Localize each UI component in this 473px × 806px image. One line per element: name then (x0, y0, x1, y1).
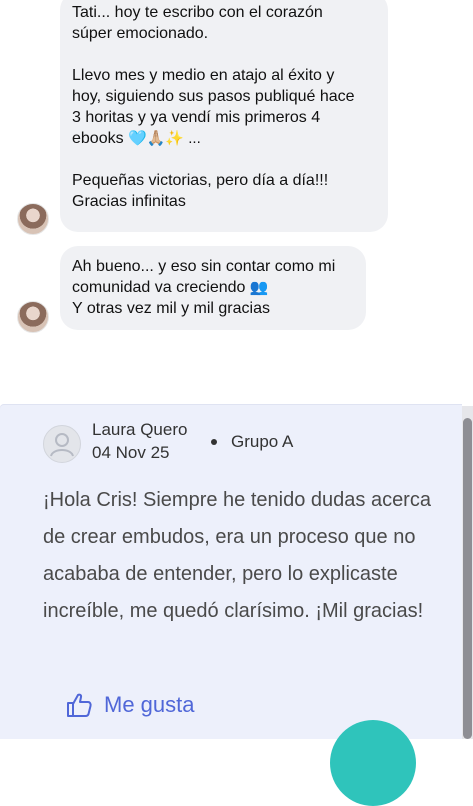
message-bubble-2: Ah bueno... y eso sin contar como mi com… (60, 246, 366, 330)
sender-avatar-1[interactable] (17, 203, 49, 235)
message-1-paragraph-2: Llevo mes y medio en atajo al éxito y ho… (72, 67, 355, 147)
scrollbar-thumb[interactable] (463, 418, 472, 739)
message-2-line-3: Y otras vez mil y mil gracias (72, 300, 270, 317)
thumbs-up-icon (67, 693, 92, 717)
like-label: Me gusta (104, 692, 195, 717)
scrollbar[interactable] (462, 406, 473, 739)
comment-group: Grupo A (231, 432, 294, 451)
message-bubble-1: Tati... hoy te escribo con el corazón sú… (60, 0, 388, 232)
user-placeholder-icon (43, 425, 81, 463)
message-2-line-2: comunidad va creciendo 👥 (72, 279, 269, 296)
separator-dot (211, 439, 217, 445)
message-1-paragraph-1: Tati... hoy te escribo con el corazón sú… (72, 4, 323, 42)
message-1-paragraph-3: Pequeñas victorias, pero día a día!!! Gr… (72, 172, 329, 210)
like-button[interactable]: Me gusta (66, 692, 195, 718)
comment-date: 04 Nov 25 (92, 443, 170, 462)
floating-action-button[interactable] (330, 720, 416, 806)
people-emoji: 👥 (249, 279, 269, 296)
emoji-tail: 🩵🙏🏼✨ ... (128, 130, 201, 147)
sender-avatar-2[interactable] (17, 301, 49, 333)
message-2-line-1: Ah bueno... y eso sin contar como mi (72, 258, 336, 275)
comment-author[interactable]: Laura Quero (92, 420, 187, 440)
comment-text: ¡Hola Cris! Siempre he tenido dudas acer… (43, 489, 431, 622)
